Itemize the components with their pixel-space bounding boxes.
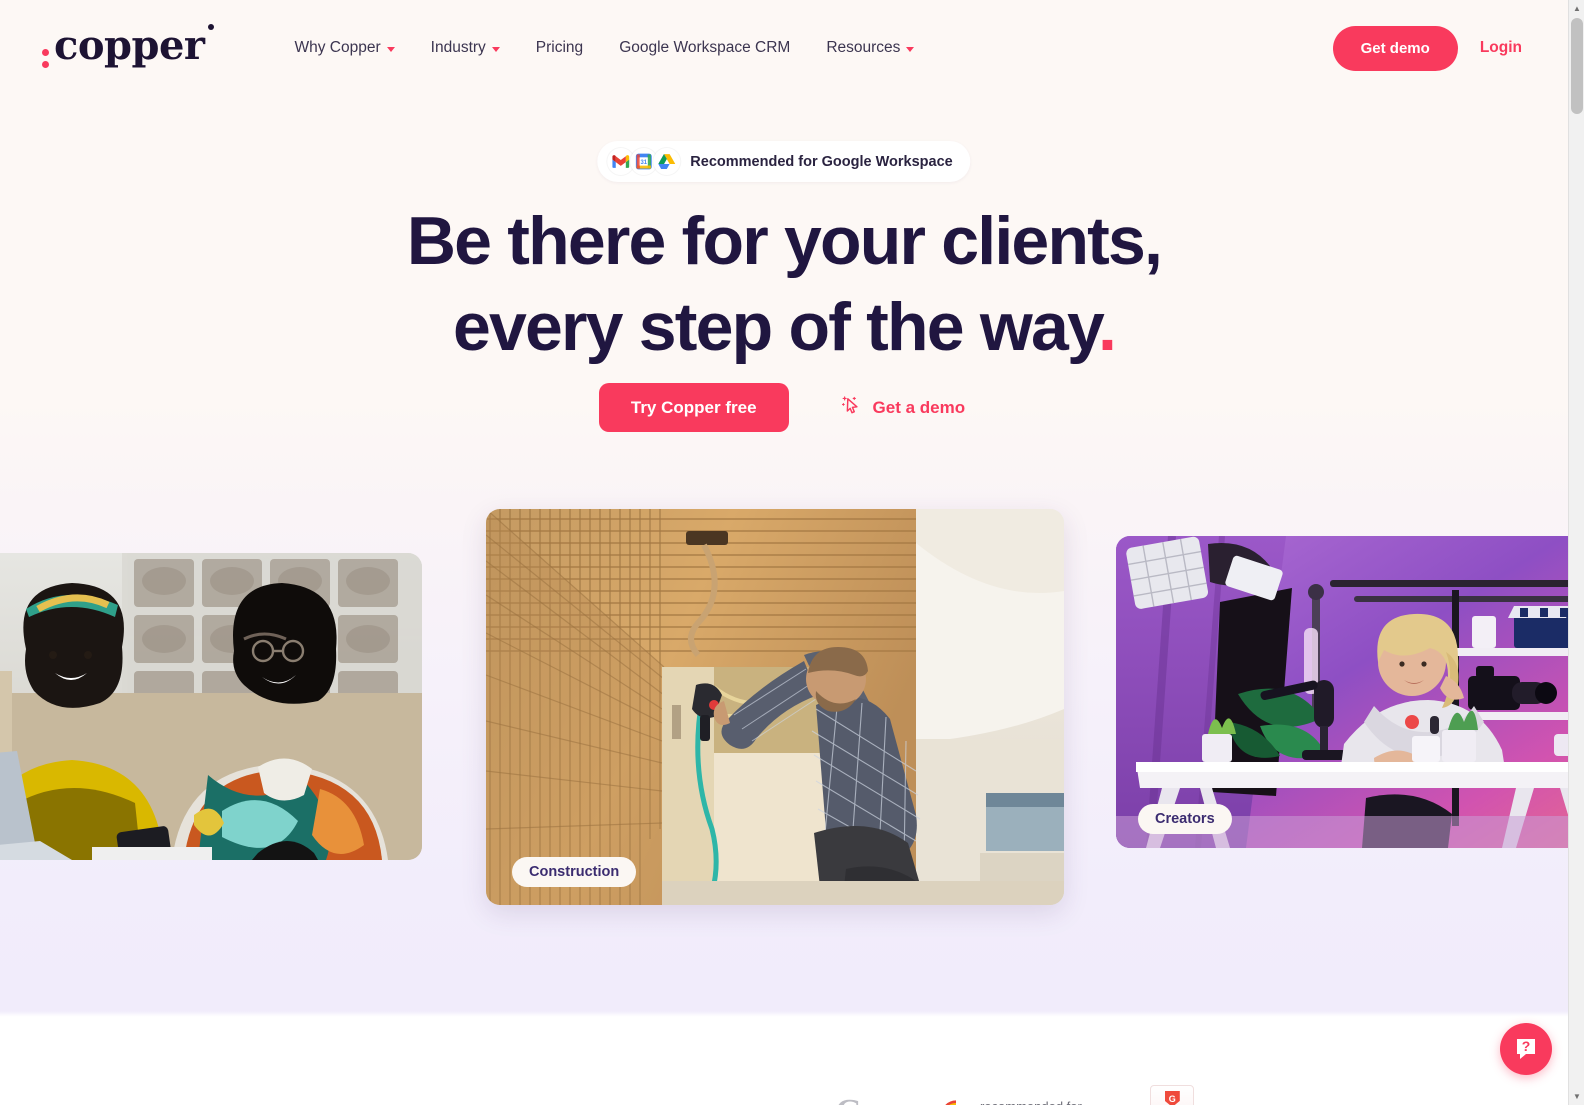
g-wordmark: G — [836, 1093, 863, 1105]
nav-label: Google Workspace CRM — [619, 39, 791, 56]
chevron-down-icon — [386, 46, 395, 52]
nav-label: Pricing — [535, 39, 584, 56]
nav-item-industry[interactable]: Industry — [413, 31, 518, 65]
nav-item-google-workspace-crm[interactable]: Google Workspace CRM — [601, 31, 808, 65]
nav-label: Why Copper — [294, 39, 381, 56]
customer-logo-strip: intuit S'well Houwzer UDACITY G — [0, 1017, 1568, 1105]
industry-card-gallery: Agencies — [0, 0, 1584, 1000]
vertical-scrollbar[interactable]: ▲ ▼ — [1568, 0, 1584, 1105]
page-root: copper Why Copper Industry Pricing Googl… — [0, 0, 1584, 1105]
help-chat-icon: ? — [1513, 1035, 1539, 1064]
g2-leader-badge: G Leader — [1150, 1085, 1195, 1105]
card-tag-construction: Construction — [512, 857, 637, 887]
nav-item-pricing[interactable]: Pricing — [518, 31, 601, 65]
svg-text:?: ? — [1522, 1038, 1531, 1054]
customer-logo-swell: S'well — [286, 1100, 353, 1105]
logo-wordmark: copper — [54, 21, 205, 69]
logo-colon-icon — [42, 48, 49, 68]
copper-logo[interactable]: copper — [42, 21, 214, 71]
nav-actions: Get demo Login — [1332, 25, 1544, 71]
construction-photo — [486, 509, 1064, 905]
scroll-up-arrow-icon[interactable]: ▲ — [1569, 0, 1584, 17]
primary-nav-links: Why Copper Industry Pricing Google Works… — [277, 31, 933, 65]
creators-photo — [1116, 536, 1584, 848]
nav-item-resources[interactable]: Resources — [808, 31, 932, 65]
industry-card-creators[interactable]: Creators — [1116, 536, 1584, 848]
google-g-icon — [941, 1100, 971, 1105]
logo-strip-row: intuit S'well Houwzer UDACITY G — [150, 1085, 1528, 1105]
nav-item-why-copper[interactable]: Why Copper — [277, 31, 413, 65]
agencies-photo — [0, 553, 422, 860]
chevron-down-icon — [491, 46, 500, 52]
industry-card-agencies[interactable]: Agencies — [0, 553, 422, 860]
login-link[interactable]: Login — [1458, 29, 1544, 67]
help-chat-button[interactable]: ? — [1500, 1023, 1552, 1075]
scroll-down-arrow-icon[interactable]: ▼ — [1569, 1088, 1584, 1105]
google-recommended-badge: recommended for Google Workspace — [941, 1099, 1090, 1105]
nav-label: Industry — [430, 39, 486, 56]
nav-label: Resources — [826, 39, 901, 56]
customer-logo-intuit: intuit — [150, 1100, 209, 1105]
top-navigation-bar: copper Why Copper Industry Pricing Googl… — [0, 0, 1568, 96]
google-badge-line-1: recommended for — [980, 1099, 1082, 1105]
customer-logo-g: G — [836, 1093, 863, 1105]
g2-shield-icon: G — [1164, 1091, 1180, 1105]
card-tag-creators: Creators — [1138, 804, 1232, 834]
swell-wordmark: S'well — [286, 1100, 353, 1105]
get-demo-button[interactable]: Get demo — [1332, 25, 1458, 71]
chevron-down-icon — [906, 46, 915, 52]
logo-dot-icon — [207, 23, 214, 30]
intuit-wordmark: intuit — [150, 1100, 209, 1105]
industry-card-construction[interactable]: Construction — [486, 509, 1064, 905]
google-badge-text: recommended for Google Workspace — [980, 1099, 1090, 1105]
scrollbar-thumb[interactable] — [1571, 18, 1583, 114]
